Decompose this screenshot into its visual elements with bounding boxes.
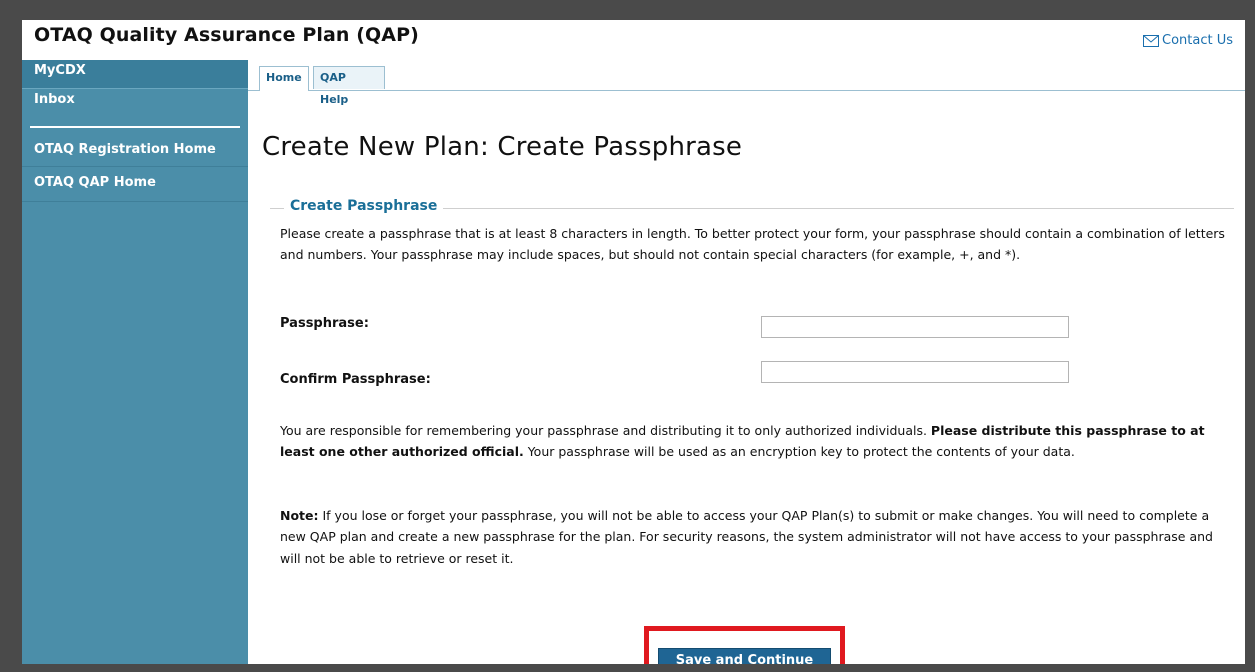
passphrase-label: Passphrase: xyxy=(280,316,369,331)
save-and-continue-button[interactable]: Save and Continue xyxy=(658,648,831,664)
responsibility-text: You are responsible for remembering your… xyxy=(280,420,1230,463)
create-passphrase-fieldset: Create Passphrase Please create a passph… xyxy=(270,198,1234,648)
app-title: OTAQ Quality Assurance Plan (QAP) xyxy=(34,24,419,46)
note-body: If you lose or forget your passphrase, y… xyxy=(280,508,1213,566)
sidebar-item-inbox[interactable]: Inbox xyxy=(22,89,248,129)
contact-us-label: Contact Us xyxy=(1162,33,1233,48)
sidebar-item-mycdx[interactable]: MyCDX xyxy=(22,60,248,89)
page-title: Create New Plan: Create Passphrase xyxy=(262,132,743,162)
sidebar-item-otaq-registration-home[interactable]: OTAQ Registration Home xyxy=(22,129,248,167)
note-label: Note: xyxy=(280,508,319,523)
sidebar-item-otaq-qap-home[interactable]: OTAQ QAP Home xyxy=(22,167,248,202)
responsibility-pre: You are responsible for remembering your… xyxy=(280,423,931,438)
tab-home[interactable]: Home xyxy=(259,66,309,91)
passphrase-input[interactable] xyxy=(761,316,1069,338)
tab-bar: Home QAP Help xyxy=(248,60,1245,106)
tab-qap-help[interactable]: QAP Help xyxy=(313,66,385,106)
contact-us-link[interactable]: Contact Us xyxy=(1143,33,1233,48)
responsibility-post: Your passphrase will be used as an encry… xyxy=(523,444,1075,460)
title-bar: OTAQ Quality Assurance Plan (QAP) Contac… xyxy=(22,20,1245,60)
confirm-passphrase-input[interactable] xyxy=(761,361,1069,383)
fieldset-legend: Create Passphrase xyxy=(284,198,444,214)
note-text: Note: If you lose or forget your passphr… xyxy=(280,505,1230,569)
mail-icon xyxy=(1143,34,1159,47)
intro-text: Please create a passphrase that is at le… xyxy=(280,226,1225,263)
sidebar: MyCDX Inbox OTAQ Registration Home OTAQ … xyxy=(22,60,248,664)
app-window: OTAQ Quality Assurance Plan (QAP) Contac… xyxy=(22,20,1245,664)
main-content: Home QAP Help Create New Plan: Create Pa… xyxy=(248,60,1245,664)
confirm-passphrase-label: Confirm Passphrase: xyxy=(280,372,431,387)
